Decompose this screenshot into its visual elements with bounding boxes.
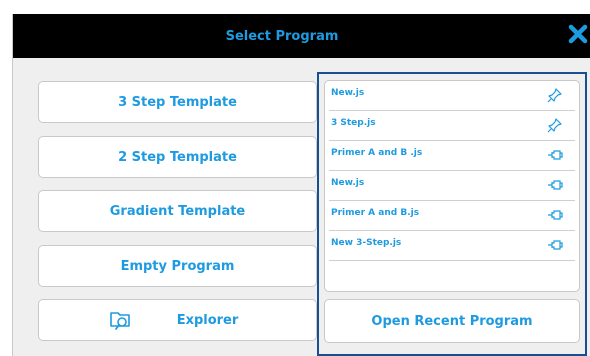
three-step-template-button[interactable]: 3 Step Template: [38, 81, 317, 123]
recent-item[interactable]: 3 Step.js: [329, 111, 575, 141]
recent-item[interactable]: Primer A and B.js: [329, 201, 575, 231]
folder-search-icon: [110, 312, 130, 330]
empty-program-label: Empty Program: [120, 258, 235, 274]
three-step-template-label: 3 Step Template: [118, 94, 237, 110]
explorer-button[interactable]: Explorer: [38, 299, 317, 341]
explorer-label: Explorer: [176, 312, 239, 328]
recent-item-name: 3 Step.js: [331, 118, 376, 128]
gradient-template-button[interactable]: Gradient Template: [38, 190, 317, 232]
unpinned-pin-icon[interactable]: [547, 237, 563, 253]
pin-icon[interactable]: [547, 87, 563, 103]
unpinned-pin-icon[interactable]: [547, 147, 563, 163]
recent-programs-panel: New.js 3 Step.js Primer A and B .js New.…: [317, 72, 587, 356]
unpinned-pin-icon[interactable]: [547, 177, 563, 193]
select-program-dialog: Select Program 3 Step Template 2 Step Te…: [12, 14, 590, 356]
recent-item-name: New 3-Step.js: [331, 238, 402, 248]
recent-item-name: Primer A and B .js: [331, 148, 423, 158]
recent-item-name: Primer A and B.js: [331, 208, 420, 218]
recent-item-name: New.js: [331, 88, 365, 98]
unpinned-pin-icon[interactable]: [547, 207, 563, 223]
recent-programs-list: New.js 3 Step.js Primer A and B .js New.…: [324, 80, 580, 292]
open-recent-program-label: Open Recent Program: [371, 313, 533, 329]
recent-item[interactable]: New 3-Step.js: [329, 231, 575, 261]
open-recent-program-button[interactable]: Open Recent Program: [324, 299, 580, 343]
two-step-template-button[interactable]: 2 Step Template: [38, 136, 317, 178]
empty-program-button[interactable]: Empty Program: [38, 245, 317, 287]
gradient-template-label: Gradient Template: [109, 203, 246, 219]
dialog-title: Select Program: [225, 28, 339, 44]
two-step-template-label: 2 Step Template: [118, 149, 237, 165]
pin-icon[interactable]: [547, 117, 563, 133]
recent-item-name: New.js: [331, 178, 365, 188]
recent-item[interactable]: New.js: [329, 171, 575, 201]
close-icon[interactable]: [567, 23, 589, 45]
recent-item[interactable]: Primer A and B .js: [329, 141, 575, 171]
recent-item[interactable]: New.js: [329, 81, 575, 111]
dialog-titlebar: Select Program: [13, 14, 590, 58]
